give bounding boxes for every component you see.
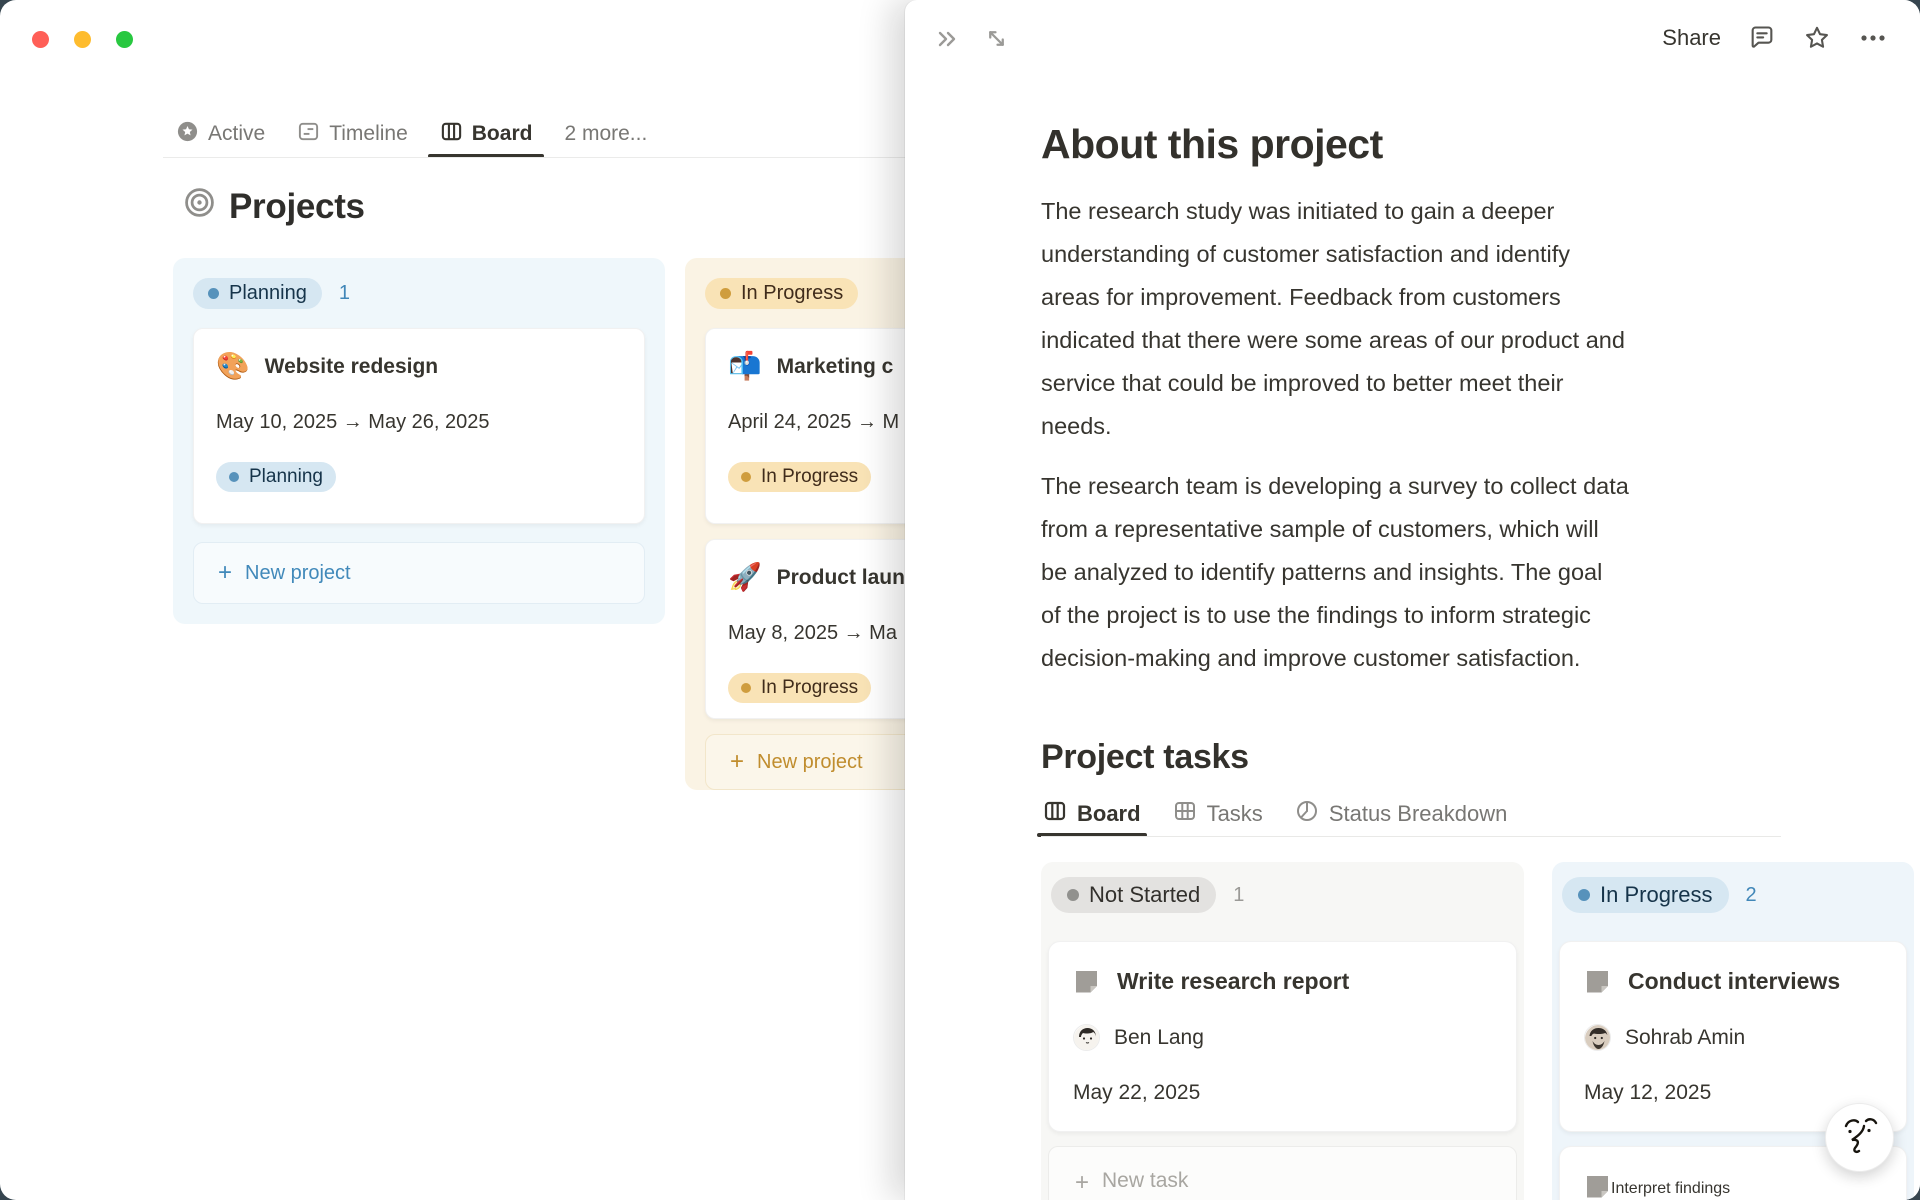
plus-icon: +	[730, 748, 745, 775]
timeline-icon	[297, 120, 320, 149]
page-title: Projects	[183, 186, 365, 228]
mailbox-emoji-icon: 📬	[728, 351, 762, 381]
page-title-text: Projects	[229, 187, 365, 226]
peek-toolbar-right: Share	[1662, 24, 1888, 52]
tab-label: Status Breakdown	[1328, 800, 1508, 826]
side-peek-panel: Share About this project The research st…	[905, 0, 1920, 1200]
tab-status-breakdown[interactable]: Status Breakdown	[1295, 790, 1508, 837]
card-status-pill: Planning	[216, 462, 336, 492]
tabs-divider	[163, 157, 905, 158]
plus-icon: +	[218, 559, 233, 586]
card-title: Product laun	[776, 565, 905, 589]
task-title: Write research report	[1117, 968, 1350, 994]
new-project-button[interactable]: + New project	[193, 542, 645, 604]
about-heading: About this project	[1041, 121, 1383, 168]
plus-icon: +	[1075, 1169, 1090, 1196]
new-task-button[interactable]: + New task	[1048, 1146, 1517, 1200]
status-dot	[1578, 889, 1590, 901]
status-pill-in-progress[interactable]: In Progress	[705, 278, 859, 309]
card-date-range: May 10, 2025 → May 26, 2025	[216, 411, 490, 433]
task-card-write-research-report[interactable]: Write research report Ben Lang May 22, 2…	[1048, 941, 1517, 1132]
tab-label: Tasks	[1206, 800, 1263, 826]
task-date: May 12, 2025	[1584, 1081, 1712, 1104]
task-date: May 22, 2025	[1073, 1081, 1201, 1104]
board-columns-icon	[440, 120, 463, 149]
tab-label: 2 more...	[564, 122, 648, 145]
palette-emoji-icon: 🎨	[216, 351, 250, 381]
status-dot	[720, 288, 731, 299]
tab-tasks[interactable]: Tasks	[1173, 790, 1263, 837]
tab-label: Timeline	[329, 122, 408, 145]
tab-label: Board	[1077, 800, 1141, 826]
status-dot	[741, 683, 751, 693]
share-button[interactable]: Share	[1662, 25, 1721, 51]
double-chevron-right-icon[interactable]	[935, 27, 961, 51]
status-pill-not-started[interactable]: Not Started	[1051, 877, 1217, 913]
tasks-view-tabs: Board Tasks Status Breakdown	[1037, 790, 1508, 837]
avatar-ben-lang	[1073, 1024, 1100, 1051]
card-status-pill: In Progress	[728, 673, 872, 703]
star-circle-icon	[176, 120, 199, 149]
status-dot	[741, 472, 751, 482]
column-count: 1	[338, 282, 350, 304]
minimize-window-button[interactable]	[74, 31, 91, 48]
tab-active[interactable]: Active	[176, 110, 265, 158]
notion-ai-face-icon	[1840, 1113, 1880, 1162]
comment-icon[interactable]	[1748, 24, 1776, 52]
status-pill-in-progress[interactable]: In Progress	[1562, 877, 1729, 913]
rocket-emoji-icon: 🚀	[728, 562, 762, 592]
status-dot	[208, 288, 219, 299]
avatar-sohrab-amin	[1584, 1024, 1611, 1051]
tab-more-views[interactable]: 2 more...	[564, 110, 647, 158]
board-column-planning: Planning 1 🎨 Website redesign May 10, 20…	[173, 258, 665, 624]
close-window-button[interactable]	[32, 31, 49, 48]
column-count: 2	[1745, 883, 1757, 906]
expand-diagonal-icon[interactable]	[984, 26, 1009, 51]
task-title: Conduct interviews	[1628, 968, 1841, 994]
tab-label: Board	[471, 122, 533, 145]
zoom-window-button[interactable]	[116, 31, 133, 48]
status-pill-planning[interactable]: Planning	[193, 278, 322, 309]
tab-timeline[interactable]: Timeline	[297, 110, 408, 158]
notion-window: Active Timeline Board 2 more... Projects…	[0, 0, 1920, 1200]
peek-toolbar-left	[935, 26, 1009, 51]
traffic-lights	[32, 31, 133, 48]
card-title: Marketing c	[776, 354, 894, 378]
tab-board[interactable]: Board	[427, 110, 545, 158]
notion-ai-face-button[interactable]	[1825, 1103, 1894, 1172]
status-dot	[229, 472, 239, 482]
column-count: 1	[1233, 883, 1245, 906]
view-tabs: Active Timeline Board 2 more...	[176, 110, 647, 158]
table-icon	[1173, 799, 1197, 829]
project-tasks-heading: Project tasks	[1041, 738, 1249, 777]
star-icon[interactable]	[1803, 24, 1831, 52]
about-paragraph-2: The research team is developing a survey…	[1041, 472, 1629, 671]
board-columns-icon	[1043, 799, 1067, 829]
tab-board[interactable]: Board	[1037, 790, 1147, 837]
card-title: Website redesign	[264, 354, 439, 378]
assignee-name: Sohrab Amin	[1625, 1025, 1746, 1049]
card-status-pill: In Progress	[728, 462, 872, 492]
task-page-icon	[1584, 968, 1611, 995]
tab-label: Active	[208, 122, 266, 145]
project-card-website-redesign[interactable]: 🎨 Website redesign May 10, 2025 → May 26…	[193, 328, 645, 524]
task-title: Interpret findings	[1611, 1180, 1731, 1197]
tasks-tabs-divider	[1041, 836, 1781, 837]
task-page-icon	[1073, 968, 1100, 995]
bullseye-icon	[183, 186, 216, 228]
pie-clock-icon	[1295, 799, 1319, 829]
task-page-icon	[1584, 1173, 1611, 1200]
about-paragraph-1: The research study was initiated to gain…	[1041, 197, 1625, 439]
more-icon[interactable]	[1858, 24, 1888, 52]
assignee-name: Ben Lang	[1114, 1025, 1204, 1049]
tasks-column-not-started: Not Started 1 Write research report Ben …	[1041, 862, 1524, 1200]
status-dot	[1067, 889, 1079, 901]
